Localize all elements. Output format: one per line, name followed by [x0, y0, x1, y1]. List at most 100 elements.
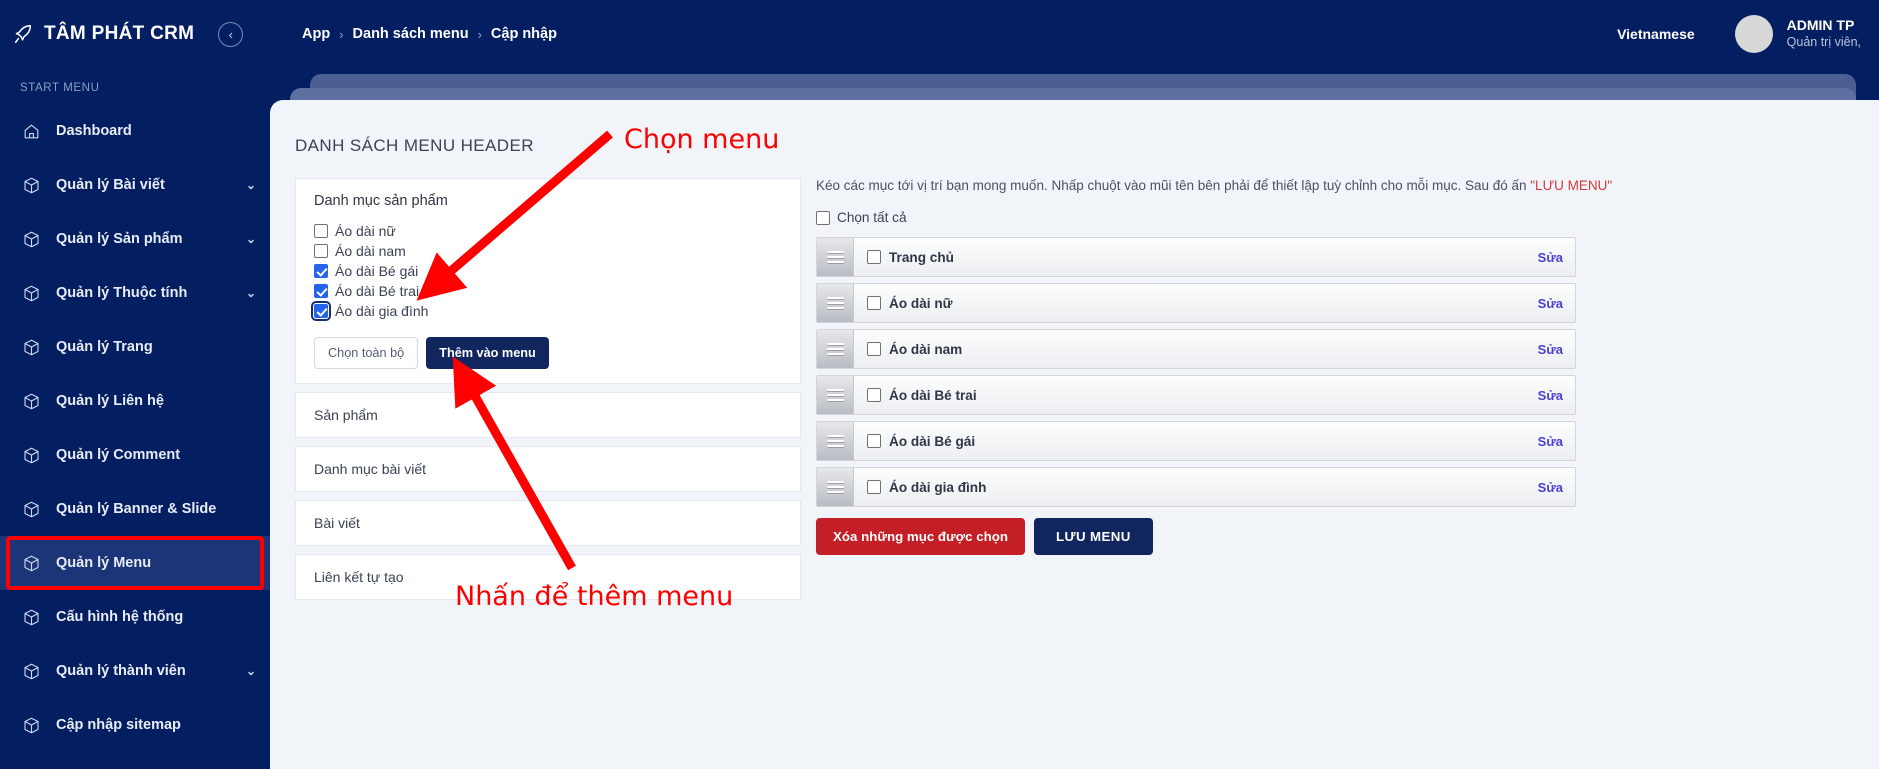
menu-item-checkbox[interactable] [867, 434, 881, 448]
drag-handle-icon[interactable] [817, 468, 854, 506]
menu-item-checkbox[interactable] [867, 388, 881, 402]
menu-item-row[interactable]: Áo dài Bé trai Sửa [816, 375, 1576, 415]
brand-title: TÂM PHÁT CRM [44, 23, 195, 44]
cube-icon [20, 176, 42, 195]
drag-handle-icon[interactable] [817, 284, 854, 322]
sidebar-section-label: START MENU [20, 82, 100, 94]
category-checkbox-list: Áo dài nữ Áo dài nam Áo dài Bé gái Áo dài B… [296, 221, 800, 321]
category-checkbox[interactable] [314, 264, 328, 278]
edit-link[interactable]: Sửa [1538, 388, 1563, 403]
sidebar-item-1[interactable]: Quản lý Bài viết ⌄ [0, 158, 270, 212]
instruction-highlight: "LƯU MENU" [1530, 178, 1613, 193]
sidebar-item-9[interactable]: Cấu hình hệ thống [0, 590, 270, 644]
category-option-0[interactable]: Áo dài nữ [314, 221, 782, 241]
accordion-actions: Chọn toàn bộ Thêm vào menu [296, 321, 800, 369]
sidebar-item-label: Quản lý Sản phẩm [56, 231, 183, 247]
select-all-label: Chọn tất cả [837, 210, 907, 225]
menu-item-row[interactable]: Áo dài Bé gái Sửa [816, 421, 1576, 461]
instruction-prefix: Kéo các mục tới vị trí bạn mong muốn. Nh… [816, 178, 1531, 193]
menu-item-list: Trang chủ Sửa Áo dài nữ Sửa Áo dài nam Sửa Áo … [816, 237, 1576, 507]
chevron-left-circle-icon[interactable]: ‹ [218, 21, 244, 47]
drag-handle-icon[interactable] [817, 330, 854, 368]
menu-item-row[interactable]: Trang chủ Sửa [816, 237, 1576, 277]
menu-item-label: Áo dài Bé trai [889, 387, 977, 403]
chevron-down-icon[interactable]: ⌄ [246, 233, 256, 245]
breadcrumb-item-1[interactable]: Danh sách menu [353, 26, 469, 42]
save-menu-button[interactable]: LƯU MENU [1033, 518, 1153, 555]
edit-link[interactable]: Sửa [1538, 250, 1563, 265]
edit-link[interactable]: Sửa [1538, 342, 1563, 357]
breadcrumb-item-2[interactable]: Cập nhập [491, 26, 557, 42]
accordion-group-1[interactable]: Danh mục bài viết [295, 446, 801, 492]
category-checkbox[interactable] [311, 301, 331, 321]
category-label: Áo dài gia đình [335, 303, 429, 319]
sidebar-item-label: Quản lý Liên hệ [56, 393, 164, 409]
accordion-group-3[interactable]: Liên kết tự tạo [295, 554, 801, 600]
user-menu[interactable]: ADMIN TP Quản trị viên, [1787, 17, 1861, 50]
menu-item-body: Áo dài Bé gái Sửa [854, 422, 1575, 460]
sidebar-item-8[interactable]: Quản lý Menu [0, 536, 270, 590]
menu-item-row[interactable]: Áo dài nữ Sửa [816, 283, 1576, 323]
cube-icon [20, 554, 42, 573]
category-option-3[interactable]: Áo dài Bé trai [314, 281, 782, 301]
sidebar-item-label: Dashboard [56, 123, 132, 139]
accordion-group-label: Danh mục bài viết [314, 461, 427, 477]
menu-item-row[interactable]: Áo dài gia đình Sửa [816, 467, 1576, 507]
sidebar-item-label: Quản lý Trang [56, 339, 153, 355]
delete-selected-button[interactable]: Xóa những mục được chọn [816, 518, 1025, 555]
user-name: ADMIN TP [1786, 17, 1855, 34]
category-option-4[interactable]: Áo dài gia đình [311, 301, 782, 321]
select-all-row[interactable]: Chọn tất cả [816, 210, 1846, 225]
sidebar-item-0[interactable]: Dashboard [0, 104, 270, 158]
sidebar-item-11[interactable]: Cập nhập sitemap [0, 698, 270, 752]
sidebar-item-label: Quản lý Comment [56, 447, 181, 463]
chevron-down-icon[interactable]: ⌄ [246, 665, 256, 677]
language-selector[interactable]: Vietnamese [1617, 26, 1695, 42]
sidebar-item-7[interactable]: Quản lý Banner & Slide [0, 482, 270, 536]
drag-handle-icon[interactable] [817, 376, 854, 414]
drag-handle-icon[interactable] [817, 238, 854, 276]
menu-item-checkbox[interactable] [867, 342, 881, 356]
sidebar-item-5[interactable]: Quản lý Liên hệ [0, 374, 270, 428]
menu-item-checkbox[interactable] [867, 296, 881, 310]
category-checkbox[interactable] [314, 244, 328, 258]
edit-link[interactable]: Sửa [1538, 434, 1563, 449]
chevron-down-icon[interactable]: ⌄ [246, 179, 256, 191]
select-all-button[interactable]: Chọn toàn bộ [314, 337, 419, 369]
cube-icon [20, 500, 42, 519]
sidebar-item-label: Quản lý Bài viết [56, 177, 165, 193]
main-card: DANH SÁCH MENU HEADER Danh mục sản phẩm … [270, 100, 1879, 769]
breadcrumb-item-0[interactable]: App [302, 26, 330, 42]
accordion-group-0[interactable]: Sản phẩm [295, 392, 801, 438]
page-title: DANH SÁCH MENU HEADER [295, 136, 534, 155]
edit-link[interactable]: Sửa [1538, 480, 1563, 495]
accordion-group-2[interactable]: Bài viết [295, 500, 801, 546]
menu-item-body: Áo dài nam Sửa [854, 330, 1575, 368]
select-all-checkbox[interactable] [816, 210, 830, 225]
breadcrumb: App › Danh sách menu › Cập nhập [302, 26, 557, 42]
avatar[interactable] [1734, 15, 1773, 53]
menu-item-checkbox[interactable] [867, 480, 881, 494]
category-option-2[interactable]: Áo dài Bé gái [314, 261, 782, 281]
category-checkbox[interactable] [314, 284, 328, 298]
accordion-group-label: Sản phẩm [314, 407, 378, 423]
menu-item-checkbox[interactable] [867, 250, 881, 264]
edit-link[interactable]: Sửa [1538, 296, 1563, 311]
sidebar-item-2[interactable]: Quản lý Sản phẩm ⌄ [0, 212, 270, 266]
menu-item-row[interactable]: Áo dài nam Sửa [816, 329, 1576, 369]
drag-handle-icon[interactable] [817, 422, 854, 460]
cube-icon [20, 284, 42, 303]
sidebar: TÂM PHÁT CRM ‹ START MENU Dashboard Quản … [0, 0, 270, 769]
sidebar-item-6[interactable]: Quản lý Comment [0, 428, 270, 482]
topbar-right: Vietnamese ADMIN TP Quản trị viên, [1617, 15, 1879, 53]
add-to-menu-button[interactable]: Thêm vào menu [426, 337, 549, 369]
category-checkbox[interactable] [314, 224, 328, 238]
cube-icon [20, 662, 42, 681]
category-option-1[interactable]: Áo dài nam [314, 241, 782, 261]
sidebar-item-3[interactable]: Quản lý Thuộc tính ⌄ [0, 266, 270, 320]
sidebar-item-4[interactable]: Quản lý Trang [0, 320, 270, 374]
sidebar-item-10[interactable]: Quản lý thành viên ⌄ [0, 644, 270, 698]
sidebar-item-label: Quản lý Thuộc tính [56, 285, 188, 301]
chevron-down-icon[interactable]: ⌄ [246, 287, 256, 299]
topbar: App › Danh sách menu › Cập nhập Vietnamese A… [270, 0, 1879, 68]
